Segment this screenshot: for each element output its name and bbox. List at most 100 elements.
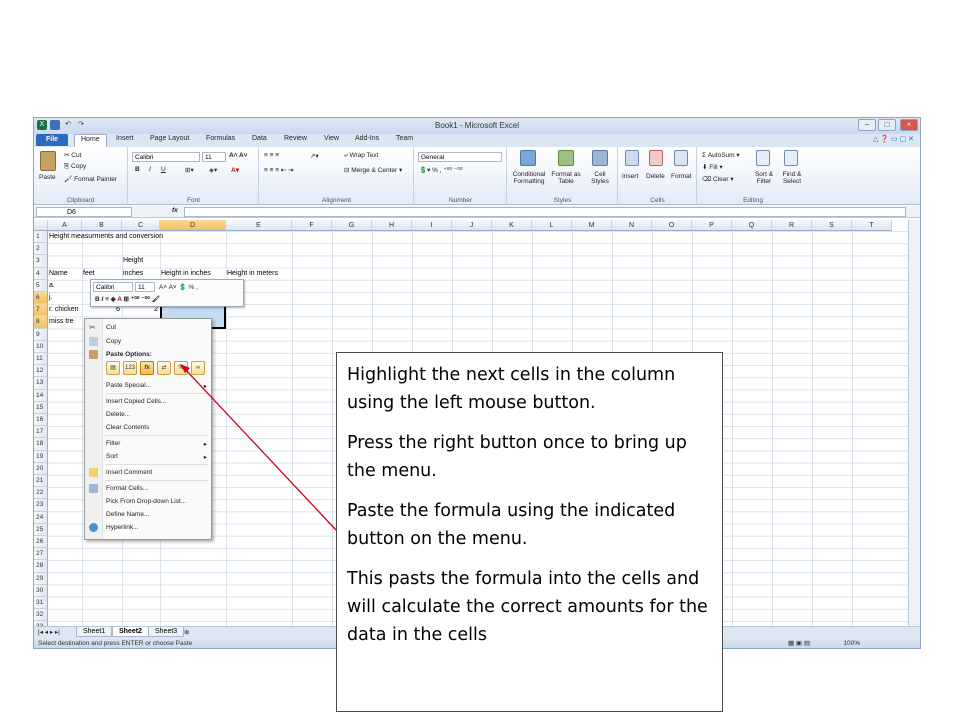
paste-label[interactable]: Paste: [39, 174, 56, 181]
paste-transpose-button[interactable]: ⇄: [157, 361, 171, 375]
menu-paste-special[interactable]: Paste Special...: [106, 382, 151, 389]
format-painter-button[interactable]: 🖌 Format Painter: [64, 175, 117, 183]
row-header-14[interactable]: 14: [34, 389, 48, 402]
column-header-l[interactable]: L: [532, 220, 572, 231]
orientation-icon[interactable]: ↗▾: [310, 152, 319, 160]
borders-icon[interactable]: ⊞▾: [185, 166, 194, 174]
menu-delete[interactable]: Delete...: [106, 411, 130, 418]
align-left-icon[interactable]: ≡ ≡ ≡ ⇤ ⇥: [264, 166, 294, 174]
row-header-29[interactable]: 29: [34, 572, 48, 585]
conditional-formatting-label[interactable]: Conditional Formatting: [510, 171, 548, 185]
delete-cells-icon[interactable]: [649, 150, 663, 166]
name-box[interactable]: D6: [36, 207, 132, 217]
row-header-13[interactable]: 13: [34, 377, 48, 390]
menu-insert-comment[interactable]: Insert Comment: [106, 469, 152, 476]
row-header-25[interactable]: 25: [34, 523, 48, 536]
fill-color-icon[interactable]: ◈▾: [209, 166, 217, 174]
tab-view[interactable]: View: [324, 135, 339, 142]
column-header-f[interactable]: F: [292, 220, 332, 231]
minimize-button[interactable]: –: [858, 119, 876, 131]
column-header-t[interactable]: T: [852, 220, 892, 231]
column-header-q[interactable]: Q: [732, 220, 772, 231]
format-cells-icon[interactable]: [674, 150, 688, 166]
copy-button[interactable]: ⎘ Copy: [64, 163, 86, 171]
menu-sort[interactable]: Sort: [106, 453, 118, 460]
vertical-scrollbar[interactable]: [908, 220, 920, 626]
column-header-o[interactable]: O: [652, 220, 692, 231]
tab-add-ins[interactable]: Add-Ins: [355, 135, 379, 142]
row-header-6[interactable]: 6: [34, 292, 48, 305]
maximize-button[interactable]: □: [878, 119, 896, 131]
merge-center-button[interactable]: ⊟ Merge & Center ▾: [344, 166, 402, 174]
row-header-8[interactable]: 8: [34, 316, 48, 329]
column-header-d[interactable]: D: [160, 220, 226, 231]
row-header-19[interactable]: 19: [34, 450, 48, 463]
mini-font-combo[interactable]: Calibri: [93, 282, 133, 292]
accounting-format-icon[interactable]: 💲▾ % , ⁺⁰⁰ ⁻⁰⁰: [419, 166, 462, 174]
column-header-k[interactable]: K: [492, 220, 532, 231]
row-header-11[interactable]: 11: [34, 353, 48, 366]
sheet-tab-2[interactable]: Sheet2: [112, 627, 149, 637]
column-header-n[interactable]: N: [612, 220, 652, 231]
sheet-tab-1[interactable]: Sheet1: [76, 627, 113, 637]
paste-values-button[interactable]: 123: [123, 361, 137, 375]
cell-c3[interactable]: Height: [123, 255, 143, 267]
fill-button[interactable]: ⬇ Fill ▾: [702, 163, 723, 171]
tab-formulas[interactable]: Formulas: [206, 135, 235, 142]
row-header-15[interactable]: 15: [34, 401, 48, 414]
close-button[interactable]: ×: [900, 119, 918, 131]
tab-file[interactable]: File: [36, 134, 68, 146]
cell-c4[interactable]: inches: [123, 268, 143, 280]
number-format-combo[interactable]: General: [418, 152, 502, 162]
cell-a6[interactable]: j.: [49, 292, 53, 304]
autosum-button[interactable]: Σ AutoSum ▾: [702, 151, 740, 159]
tab-review[interactable]: Review: [284, 135, 307, 142]
format-cells-label[interactable]: Format: [671, 173, 692, 180]
cell-e4[interactable]: Height in meters: [227, 268, 278, 280]
menu-hyperlink[interactable]: Hyperlink...: [106, 524, 139, 531]
menu-filter[interactable]: Filter: [106, 440, 120, 447]
format-as-table-label[interactable]: Format as Table: [550, 171, 582, 185]
row-header-22[interactable]: 22: [34, 487, 48, 500]
bold-button[interactable]: B: [135, 166, 140, 173]
mini-grow-icon[interactable]: A˄ A˅ 💲 % ,: [159, 283, 198, 291]
format-as-table-icon[interactable]: [558, 150, 574, 166]
underline-button[interactable]: U: [161, 166, 166, 173]
mini-size-combo[interactable]: 11: [135, 282, 155, 292]
clear-button[interactable]: ⌫ Clear ▾: [702, 175, 734, 183]
sheet-nav-icons[interactable]: |◂ ◂ ▸ ▸|: [38, 628, 60, 636]
row-header-17[interactable]: 17: [34, 426, 48, 439]
cell-d4[interactable]: Height in inches: [161, 268, 211, 280]
wrap-text-button[interactable]: ⤶ Wrap Text: [344, 152, 378, 160]
cell-styles-label[interactable]: Cell Styles: [587, 171, 613, 185]
row-header-7[interactable]: 7: [34, 304, 48, 317]
row-header-4[interactable]: 4: [34, 267, 48, 280]
row-header-28[interactable]: 28: [34, 560, 48, 573]
column-header-i[interactable]: I: [412, 220, 452, 231]
paste-link-button[interactable]: ∞: [191, 361, 205, 375]
cell-styles-icon[interactable]: [592, 150, 608, 166]
italic-button[interactable]: I: [149, 166, 151, 173]
column-header-p[interactable]: P: [692, 220, 732, 231]
paste-icon[interactable]: [40, 151, 56, 171]
paste-default-button[interactable]: ▤: [106, 361, 120, 375]
column-header-r[interactable]: R: [772, 220, 812, 231]
menu-insert-copied-cells[interactable]: Insert Copied Cells...: [106, 398, 166, 405]
column-header-m[interactable]: M: [572, 220, 612, 231]
insert-sheet-icon[interactable]: ⊕: [184, 628, 189, 636]
column-header-s[interactable]: S: [812, 220, 852, 231]
menu-format-cells[interactable]: Format Cells...: [106, 485, 148, 492]
column-header-c[interactable]: C: [122, 220, 160, 231]
grow-font-icon[interactable]: A˄ A˅: [229, 152, 248, 159]
sort-filter-icon[interactable]: [756, 150, 770, 166]
insert-cells-icon[interactable]: [625, 150, 639, 166]
tab-page-layout[interactable]: Page Layout: [150, 135, 189, 142]
row-header-10[interactable]: 10: [34, 340, 48, 353]
row-header-32[interactable]: 32: [34, 609, 48, 622]
sheet-tab-3[interactable]: Sheet3: [148, 627, 185, 637]
row-header-5[interactable]: 5: [34, 279, 48, 292]
column-header-j[interactable]: J: [452, 220, 492, 231]
row-header-18[interactable]: 18: [34, 438, 48, 451]
tab-team[interactable]: Team: [396, 135, 413, 142]
row-header-12[interactable]: 12: [34, 365, 48, 378]
